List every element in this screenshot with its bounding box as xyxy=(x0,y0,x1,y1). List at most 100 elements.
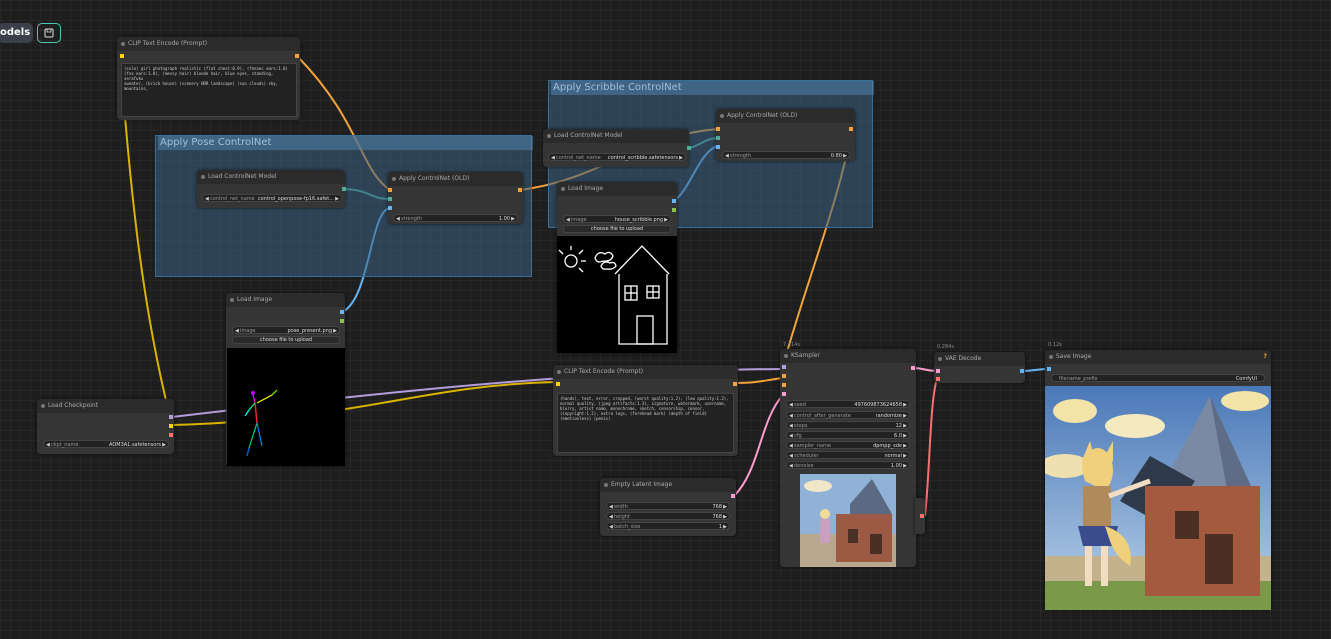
arrow-left-icon[interactable]: ◀ xyxy=(789,412,793,420)
ksampler-node[interactable]: KSampler ◀ seed 497609873624658 ▶ ◀ control_… xyxy=(780,349,916,567)
mask-output-slot[interactable] xyxy=(672,208,676,212)
arrow-left-icon[interactable]: ◀ xyxy=(725,152,729,160)
strength-slider[interactable]: ◀ strength 0.80 ▶ xyxy=(722,151,850,159)
model-output-slot[interactable] xyxy=(169,415,173,419)
arrow-right-icon[interactable]: ▶ xyxy=(903,432,907,440)
conditioning-output-slot[interactable] xyxy=(518,188,522,192)
load-image-pose-node[interactable]: Load Image ◀ image pose_present.png ▶ choos… xyxy=(226,293,345,466)
load-image-scribble-node[interactable]: Load Image ◀ image house_scribble.png ▶ cho… xyxy=(557,182,677,353)
vae-input-slot[interactable] xyxy=(936,377,940,381)
model-input-slot[interactable] xyxy=(782,365,786,369)
save-image-node[interactable]: Save Image ? filename_prefix ComfyUI xyxy=(1045,350,1271,610)
vae-output-slot[interactable] xyxy=(169,433,173,437)
controlnet-output-slot[interactable] xyxy=(342,187,346,191)
load-checkpoint-node[interactable]: Load Checkpoint ◀ ckpt_name AOM3A1.safeten… xyxy=(37,399,174,454)
arrow-right-icon[interactable]: ▶ xyxy=(843,152,847,160)
arrow-left-icon[interactable]: ◀ xyxy=(235,327,239,335)
apply-controlnet-pose-node[interactable]: Apply ControlNet (OLD) ◀ strength 1.00 ▶ xyxy=(388,172,523,224)
negative-input-slot[interactable] xyxy=(782,383,786,387)
latent-output-slot[interactable] xyxy=(731,494,735,498)
arrow-right-icon[interactable]: ▶ xyxy=(333,327,337,335)
arrow-left-icon[interactable]: ◀ xyxy=(46,441,50,449)
latent-input-slot[interactable] xyxy=(782,392,786,396)
upload-button[interactable]: choose file to upload xyxy=(232,336,340,344)
image-output-slot[interactable] xyxy=(340,310,344,314)
arrow-right-icon[interactable]: ▶ xyxy=(664,216,668,224)
mask-output-slot[interactable] xyxy=(340,319,344,323)
help-icon[interactable]: ? xyxy=(1264,350,1267,364)
arrow-left-icon[interactable]: ◀ xyxy=(789,422,793,430)
arrow-right-icon[interactable]: ▶ xyxy=(903,442,907,450)
image-input-slot[interactable] xyxy=(716,145,720,149)
scheduler-combo[interactable]: ◀ scheduler normal ▶ xyxy=(786,451,910,459)
controlnet-output-slot[interactable] xyxy=(687,146,691,150)
samples-input-slot[interactable] xyxy=(936,369,940,373)
seed-field[interactable]: ◀ seed 497609873624658 ▶ xyxy=(786,400,910,408)
arrow-right-icon[interactable]: ▶ xyxy=(679,154,683,162)
denoise-slider[interactable]: ◀ denoise 1.00 ▶ xyxy=(786,461,910,469)
height-slider[interactable]: ◀ height 768 ▶ xyxy=(606,512,730,520)
clip-text-encode-positive-node[interactable]: CLIP Text Encode (Prompt) (solo) girl ph… xyxy=(117,37,300,120)
ckpt-name-combo[interactable]: ◀ ckpt_name AOM3A1.safetensors ▶ xyxy=(43,440,169,448)
arrow-right-icon[interactable]: ▶ xyxy=(903,452,907,460)
width-slider[interactable]: ◀ width 768 ▶ xyxy=(606,502,730,510)
arrow-left-icon[interactable]: ◀ xyxy=(789,432,793,440)
sampler-name-combo[interactable]: ◀ sampler_name dpmpp_sde ▶ xyxy=(786,441,910,449)
batch-size-slider[interactable]: ◀ batch_size 1 ▶ xyxy=(606,522,730,530)
conditioning-output-slot[interactable] xyxy=(849,127,853,131)
cfg-field[interactable]: ◀ cfg 6.0 ▶ xyxy=(786,431,910,439)
arrow-right-icon[interactable]: ▶ xyxy=(903,401,907,409)
steps-field[interactable]: ◀ steps 12 ▶ xyxy=(786,421,910,429)
conditioning-output-slot[interactable] xyxy=(733,382,737,386)
controlnet-input-slot[interactable] xyxy=(716,136,720,140)
conditioning-output-slot[interactable] xyxy=(295,54,299,58)
controlnet-input-slot[interactable] xyxy=(388,197,392,201)
arrow-right-icon[interactable]: ▶ xyxy=(723,513,727,521)
latent-output-slot[interactable] xyxy=(911,366,915,370)
image-input-slot[interactable] xyxy=(388,206,392,210)
arrow-left-icon[interactable]: ◀ xyxy=(609,503,613,511)
prompt-textarea[interactable]: (solo) girl photograph realistic (flat c… xyxy=(121,63,297,117)
clip-text-encode-negative-node[interactable]: CLIP Text Encode (Prompt) (hands), text,… xyxy=(553,365,738,456)
empty-latent-image-node[interactable]: Empty Latent Image ◀ width 768 ▶ ◀ height 768… xyxy=(600,478,736,536)
arrow-right-icon[interactable]: ▶ xyxy=(723,523,727,531)
arrow-left-icon[interactable]: ◀ xyxy=(789,452,793,460)
image-output-slot[interactable] xyxy=(672,199,676,203)
arrow-left-icon[interactable]: ◀ xyxy=(789,401,793,409)
arrow-left-icon[interactable]: ◀ xyxy=(566,216,570,224)
control-after-generate-combo[interactable]: ◀ control_after_generate randomize ▶ xyxy=(786,411,910,419)
conditioning-input-slot[interactable] xyxy=(388,188,392,192)
arrow-right-icon[interactable]: ▶ xyxy=(335,195,339,203)
arrow-right-icon[interactable]: ▶ xyxy=(903,462,907,470)
arrow-right-icon[interactable]: ▶ xyxy=(723,503,727,511)
image-combo[interactable]: ◀ image house_scribble.png ▶ xyxy=(563,215,671,223)
arrow-right-icon[interactable]: ▶ xyxy=(511,215,515,223)
upload-button[interactable]: choose file to upload xyxy=(563,225,671,233)
arrow-right-icon[interactable]: ▶ xyxy=(903,412,907,420)
arrow-left-icon[interactable]: ◀ xyxy=(396,215,400,223)
load-controlnet-scribble-node[interactable]: Load ControlNet Model ◀ control_net_name c… xyxy=(543,129,691,167)
ksampler-collapse-handle[interactable] xyxy=(915,498,925,534)
conditioning-input-slot[interactable] xyxy=(716,127,720,131)
image-output-slot[interactable] xyxy=(1020,369,1024,373)
positive-input-slot[interactable] xyxy=(782,374,786,378)
apply-controlnet-scribble-node[interactable]: Apply ControlNet (OLD) ◀ strength 0.80 ▶ xyxy=(716,109,855,161)
save-workflow-button[interactable] xyxy=(37,23,61,43)
images-input-slot[interactable] xyxy=(1047,367,1051,371)
models-button[interactable]: odels xyxy=(0,23,33,43)
arrow-left-icon[interactable]: ◀ xyxy=(609,523,613,531)
vae-decode-node[interactable]: VAE Decode xyxy=(934,352,1025,383)
clip-input-slot[interactable] xyxy=(120,54,124,58)
control-net-name-combo[interactable]: ◀ control_net_name control_openpose-fp16.s… xyxy=(202,194,342,202)
arrow-right-icon[interactable]: ▶ xyxy=(162,441,166,449)
clip-input-slot[interactable] xyxy=(556,382,560,386)
arrow-left-icon[interactable]: ◀ xyxy=(551,154,555,162)
arrow-left-icon[interactable]: ◀ xyxy=(789,462,793,470)
arrow-left-icon[interactable]: ◀ xyxy=(789,442,793,450)
prompt-textarea[interactable]: (hands), text, error, cropped, (worst qu… xyxy=(557,393,734,453)
control-net-name-combo[interactable]: ◀ control_net_name control_scribble.safete… xyxy=(548,153,686,161)
arrow-left-icon[interactable]: ◀ xyxy=(609,513,613,521)
image-combo[interactable]: ◀ image pose_present.png ▶ xyxy=(232,326,340,334)
strength-slider[interactable]: ◀ strength 1.00 ▶ xyxy=(393,214,518,222)
arrow-left-icon[interactable]: ◀ xyxy=(205,195,209,203)
